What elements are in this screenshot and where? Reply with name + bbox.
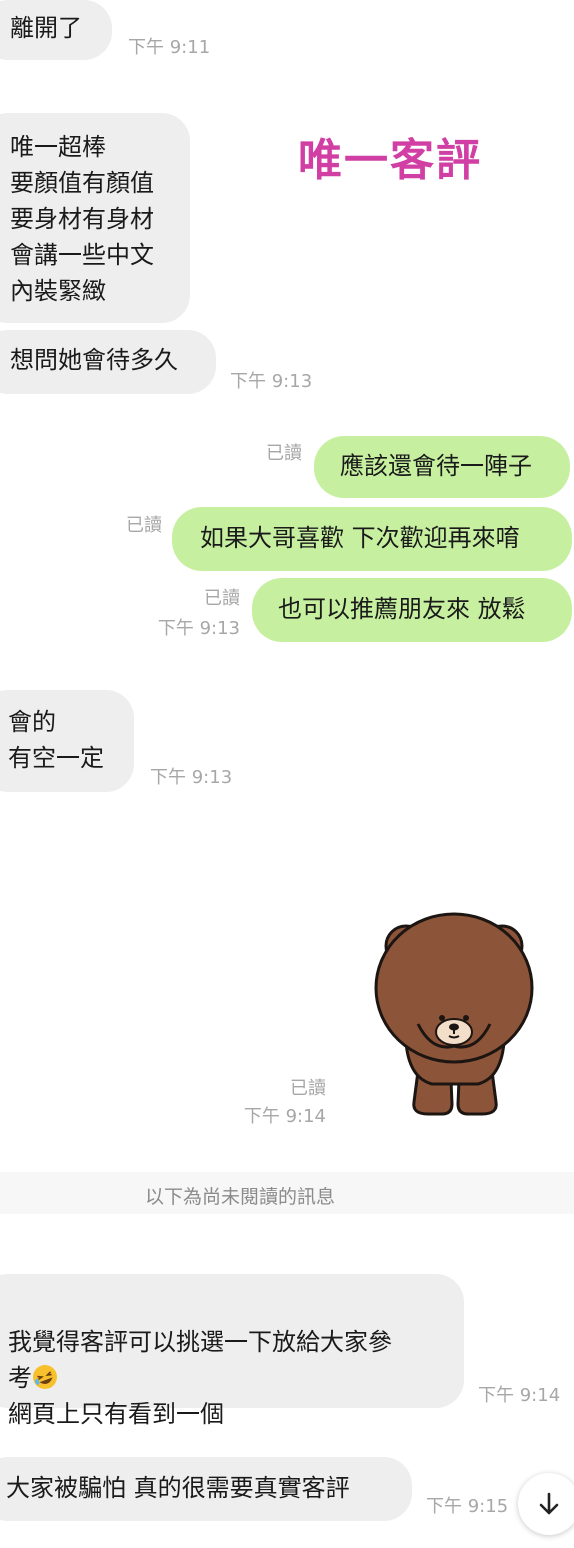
incoming-message[interactable]: 想問她會待多久 <box>0 330 216 394</box>
incoming-message[interactable]: 我覺得客評可以挑選一下放給大家參 考 網頁上只有看到一個 <box>0 1274 464 1428</box>
message-time: 下午 9:13 <box>230 371 313 392</box>
incoming-message[interactable]: 大家被騙怕 真的很需要真實客評 <box>0 1457 412 1521</box>
message-time: 下午 9:13 <box>150 767 233 788</box>
incoming-message[interactable]: 離開了 <box>0 0 112 60</box>
message-text: 我覺得客評可以挑選一下放給大家參 考 <box>8 1328 392 1392</box>
chat-screen: 離開了 下午 9:11 唯一超棒 要顏值有顏值 要身材有身材 會講一些中文 內裝… <box>0 0 574 1548</box>
outgoing-message[interactable]: 應該還會待一陣子 <box>314 436 570 498</box>
outgoing-message[interactable]: 也可以推薦朋友來 放鬆 <box>252 578 572 642</box>
read-receipt: 已讀 <box>126 515 162 536</box>
scroll-to-bottom-button[interactable] <box>518 1473 574 1535</box>
outgoing-message[interactable]: 如果大哥喜歡 下次歡迎再來唷 <box>172 507 572 571</box>
read-receipt: 已讀 <box>266 443 302 464</box>
message-time: 下午 9:14 <box>243 1106 326 1127</box>
message-text: 網頁上只有看到一個 <box>8 1400 224 1428</box>
unread-divider-label: 以下為尚未閱讀的訊息 <box>144 1186 335 1208</box>
message-time: 下午 9:15 <box>426 1496 509 1517</box>
read-receipt: 已讀 <box>204 588 240 609</box>
rofl-emoji-icon <box>32 1364 58 1390</box>
overlay-title: 唯一客評 <box>298 135 482 186</box>
incoming-message[interactable]: 會的 有空一定 <box>0 690 134 792</box>
message-time: 下午 9:11 <box>128 37 211 58</box>
read-receipt: 已讀 <box>290 1078 326 1099</box>
incoming-message[interactable]: 唯一超棒 要顏值有顏值 要身材有身材 會講一些中文 內裝緊緻 <box>0 113 190 323</box>
message-time: 下午 9:13 <box>157 618 240 639</box>
brown-bear-sticker-icon[interactable] <box>372 906 536 1122</box>
message-time: 下午 9:14 <box>478 1385 561 1406</box>
arrow-down-icon <box>539 1492 559 1515</box>
